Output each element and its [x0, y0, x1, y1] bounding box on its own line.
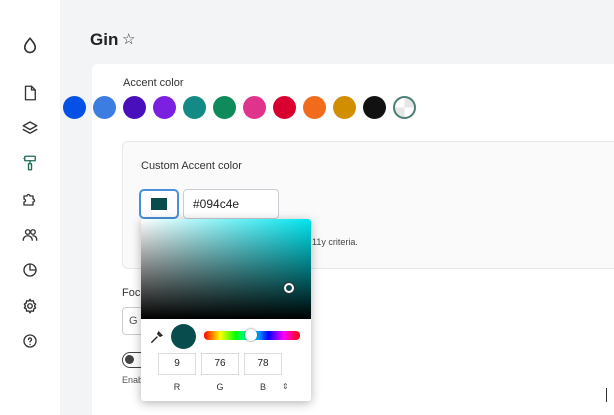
help-icon[interactable] — [19, 330, 41, 352]
page-header: Gin ☆ — [60, 24, 614, 60]
swatch-11[interactable] — [363, 96, 386, 119]
puzzle-icon[interactable] — [19, 188, 41, 210]
star-icon[interactable]: ☆ — [122, 30, 135, 48]
accent-color-label: Accent color — [123, 77, 184, 89]
green-label: G — [216, 382, 224, 392]
text-cursor — [606, 388, 607, 402]
swatch-8[interactable] — [273, 96, 296, 119]
page-title: Gin — [90, 30, 119, 49]
color-picker-button[interactable] — [139, 189, 179, 219]
eyedropper-icon[interactable] — [150, 330, 164, 344]
accent-swatches — [63, 96, 416, 119]
custom-accent-label: Custom Accent color — [141, 160, 242, 172]
saturation-cursor[interactable] — [284, 283, 294, 293]
focus-color-label: Foc — [122, 287, 141, 299]
red-label: R — [173, 382, 181, 392]
mode-toggle-icon[interactable]: ⇕ — [282, 382, 289, 391]
color-chip — [151, 198, 167, 210]
admin-toolbar — [0, 0, 60, 415]
swatch-1[interactable] — [63, 96, 86, 119]
swatch-5[interactable] — [183, 96, 206, 119]
drop-logo-icon[interactable] — [19, 34, 41, 56]
hex-color-input[interactable]: #094c4e — [183, 189, 279, 219]
gear-icon[interactable] — [19, 295, 41, 317]
swatch-4[interactable] — [153, 96, 176, 119]
file-icon[interactable] — [19, 82, 41, 104]
swatch-10[interactable] — [333, 96, 356, 119]
swatch-9[interactable] — [303, 96, 326, 119]
chart-pie-icon[interactable] — [19, 259, 41, 281]
blue-input[interactable]: 78 — [244, 353, 282, 375]
custom-swatch-selected[interactable] — [393, 96, 416, 119]
color-picker-popup: 9 76 78 R G B ⇕ — [141, 219, 311, 401]
people-icon[interactable] — [19, 224, 41, 246]
swatch-7[interactable] — [243, 96, 266, 119]
layers-icon[interactable] — [19, 117, 41, 139]
enable-label: Enab — [122, 375, 144, 385]
swatch-6[interactable] — [213, 96, 236, 119]
blue-label: B — [259, 382, 266, 392]
red-input[interactable]: 9 — [158, 353, 196, 375]
a11y-note: 11y criteria. — [312, 237, 358, 247]
saturation-area[interactable] — [141, 219, 311, 319]
swatch-2[interactable] — [93, 96, 116, 119]
green-input[interactable]: 76 — [201, 353, 239, 375]
paint-roller-icon[interactable] — [19, 152, 41, 174]
hue-slider-thumb[interactable] — [245, 329, 257, 341]
swatch-3[interactable] — [123, 96, 146, 119]
color-preview — [171, 324, 196, 349]
